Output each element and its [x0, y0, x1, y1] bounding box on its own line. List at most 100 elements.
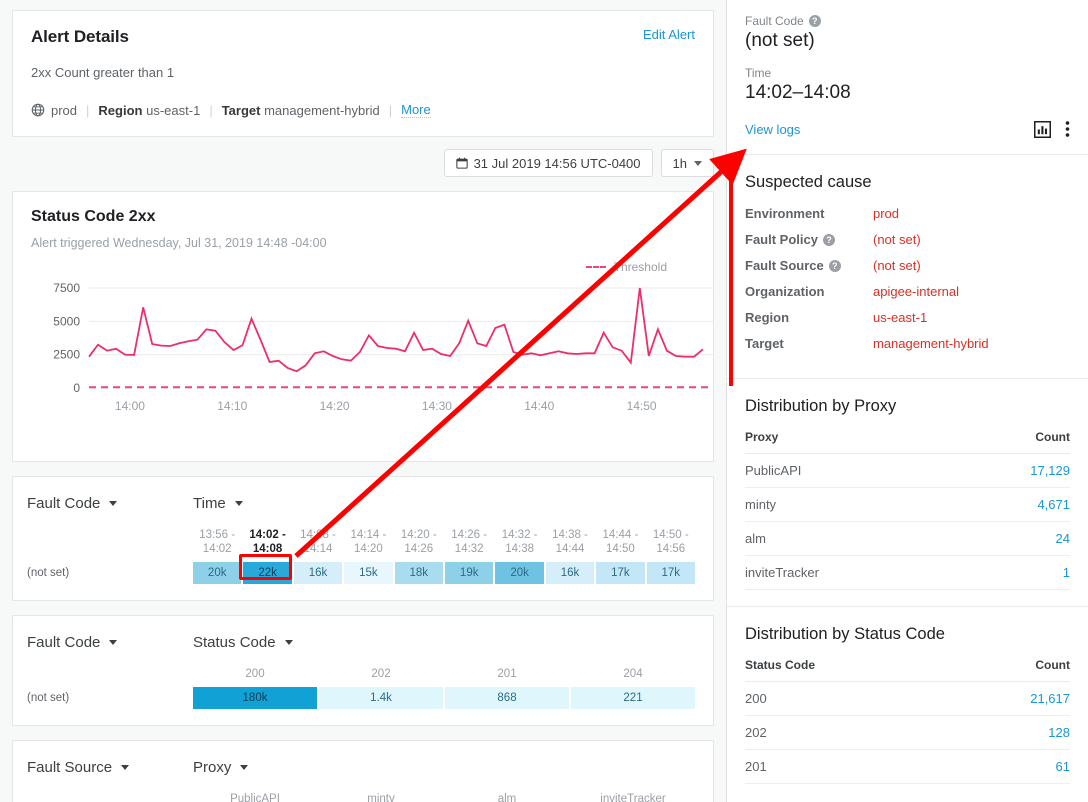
app-layout: Alert Details Edit Alert 2xx Count great… — [0, 0, 1088, 802]
suspected-cause-value: (not set) — [873, 232, 921, 247]
date-picker-button[interactable]: 31 Jul 2019 14:56 UTC-0400 — [444, 149, 653, 177]
heatmap-column-header: 200 — [193, 667, 317, 687]
col-dimension-selector-time[interactable]: Time — [193, 495, 359, 512]
heatmap-column-header: 13:56 -14:02 — [193, 528, 241, 562]
table-cell-name: PublicAPI — [745, 454, 956, 488]
bar-chart-icon[interactable] — [1034, 121, 1051, 138]
col-dimension-label: Status Code — [193, 634, 276, 651]
region-label: Region — [98, 103, 142, 118]
heatmap-column-header: PublicAPI — [193, 792, 317, 802]
heatmap-status-header: Fault Code Status Code — [27, 634, 695, 651]
table-cell-count[interactable]: 1 — [956, 556, 1070, 590]
svg-text:5000: 5000 — [53, 314, 80, 328]
table-row[interactable]: 20021,617 — [745, 682, 1070, 716]
row-dimension-label: Fault Source — [27, 759, 112, 776]
page-title: Alert Details — [31, 27, 129, 47]
row-dimension-selector-faultsource[interactable]: Fault Source — [27, 759, 193, 776]
heatmap-cell[interactable]: 1.4k — [319, 687, 443, 709]
chart-area: Threshold 025005000750014:0014:1014:2014… — [31, 258, 695, 443]
col-dimension-label: Time — [193, 495, 226, 512]
heatmap-cell[interactable]: 20k — [193, 562, 241, 584]
heatmap-column-header: 14:14 -14:20 — [344, 528, 392, 562]
svg-text:7500: 7500 — [53, 281, 80, 295]
table-row[interactable]: 202128 — [745, 716, 1070, 750]
date-picker-value: 31 Jul 2019 14:56 UTC-0400 — [474, 156, 641, 171]
table-cell-count[interactable]: 24 — [956, 522, 1070, 556]
heatmap-column-header: 14:20 -14:26 — [395, 528, 443, 562]
more-vertical-icon[interactable] — [1065, 120, 1070, 138]
edit-alert-link[interactable]: Edit Alert — [643, 27, 695, 42]
heatmap-column-header: 204 — [571, 667, 695, 687]
table-row[interactable]: PublicAPI17,129 — [745, 454, 1070, 488]
heatmap-cell[interactable]: 16k — [294, 562, 342, 584]
heatmap-time-card: Fault Code Time 13:56 -14:0214:02 -14:08… — [12, 476, 714, 601]
heatmap-status-cells: 180k1.4k868221 — [193, 687, 695, 709]
suspected-cause-key: Organization — [745, 284, 873, 299]
table-cell-count[interactable]: 128 — [952, 716, 1070, 750]
suspected-cause-value: apigee-internal — [873, 284, 959, 299]
help-icon[interactable]: ? — [829, 260, 841, 272]
annotation-highlight-box — [239, 554, 292, 580]
dist-status-heading: Distribution by Status Code — [745, 625, 1070, 644]
chevron-down-icon — [109, 501, 117, 506]
region-value: us-east-1 — [146, 103, 200, 118]
time-range-select[interactable]: 1h — [661, 149, 714, 177]
table-cell-count[interactable]: 21,617 — [952, 682, 1070, 716]
svg-text:14:00: 14:00 — [115, 399, 145, 413]
heatmap-cell[interactable]: 17k — [596, 562, 644, 584]
dist-status-body: 20021,61720212820161 — [745, 682, 1070, 784]
chart-legend: Threshold — [586, 260, 667, 274]
heatmap-cell[interactable]: 868 — [445, 687, 569, 709]
svg-text:0: 0 — [73, 381, 80, 395]
heatmap-cell[interactable]: 16k — [546, 562, 594, 584]
table-cell-count[interactable]: 4,671 — [956, 488, 1070, 522]
time-range-value: 1h — [673, 156, 687, 171]
table-row[interactable]: alm24 — [745, 522, 1070, 556]
svg-text:2500: 2500 — [53, 348, 80, 362]
target-label: Target — [222, 103, 261, 118]
table-cell-name: alm — [745, 522, 956, 556]
row-dimension-selector-faultcode-time[interactable]: Fault Code — [27, 495, 193, 512]
svg-text:14:20: 14:20 — [320, 399, 350, 413]
col-dimension-selector-proxy[interactable]: Proxy — [193, 759, 359, 776]
table-cell-count[interactable]: 17,129 — [956, 454, 1070, 488]
table-row[interactable]: inviteTracker1 — [745, 556, 1070, 590]
view-logs-link[interactable]: View logs — [745, 122, 800, 137]
distribution-by-status-section: Distribution by Status Code Status CodeC… — [727, 607, 1088, 800]
heatmap-cell[interactable]: 20k — [495, 562, 543, 584]
row-dimension-selector-faultcode-status[interactable]: Fault Code — [27, 634, 193, 651]
heatmap-cell[interactable]: 15k — [344, 562, 392, 584]
suspected-cause-row: Fault Policy?(not set) — [745, 232, 1070, 247]
heatmap-cell[interactable]: 19k — [445, 562, 493, 584]
suspected-cause-key: Target — [745, 336, 873, 351]
help-icon[interactable]: ? — [809, 15, 821, 27]
heatmap-proxy-card: Fault Source Proxy PublicAPImintyalminvi… — [12, 740, 714, 802]
table-cell-count[interactable]: 61 — [952, 750, 1070, 784]
table-column-header: Count — [952, 658, 1070, 682]
heatmap-cell[interactable]: 180k — [193, 687, 317, 709]
suspected-cause-row: Fault Source?(not set) — [745, 258, 1070, 273]
alert-details-card: Alert Details Edit Alert 2xx Count great… — [12, 10, 714, 137]
svg-text:14:30: 14:30 — [422, 399, 452, 413]
heatmap-cell[interactable]: 18k — [395, 562, 443, 584]
suspected-cause-section: Suspected cause EnvironmentprodFault Pol… — [727, 155, 1088, 378]
table-row[interactable]: 20161 — [745, 750, 1070, 784]
heatmap-column-header: 14:32 -14:38 — [495, 528, 543, 562]
suspected-cause-value: (not set) — [873, 258, 921, 273]
heatmap-proxy-colheaders: PublicAPImintyalminviteTracker — [193, 792, 695, 802]
suspected-cause-value: management-hybrid — [873, 336, 989, 351]
fault-code-label-row: Fault Code ? — [745, 14, 1070, 28]
line-chart-svg: 025005000750014:0014:1014:2014:3014:4014… — [31, 280, 721, 425]
threshold-legend-label: Threshold — [614, 260, 667, 274]
meta-sep-2: | — [209, 103, 212, 118]
col-dimension-label: Proxy — [193, 759, 231, 776]
suspected-cause-heading: Suspected cause — [745, 173, 1070, 192]
table-column-header: Proxy — [745, 430, 956, 454]
heatmap-column-header: 14:26 -14:32 — [445, 528, 493, 562]
col-dimension-selector-statuscode[interactable]: Status Code — [193, 634, 359, 651]
table-row[interactable]: minty4,671 — [745, 488, 1070, 522]
heatmap-cell[interactable]: 17k — [647, 562, 695, 584]
heatmap-cell[interactable]: 221 — [571, 687, 695, 709]
more-link[interactable]: More — [401, 102, 431, 118]
help-icon[interactable]: ? — [823, 234, 835, 246]
